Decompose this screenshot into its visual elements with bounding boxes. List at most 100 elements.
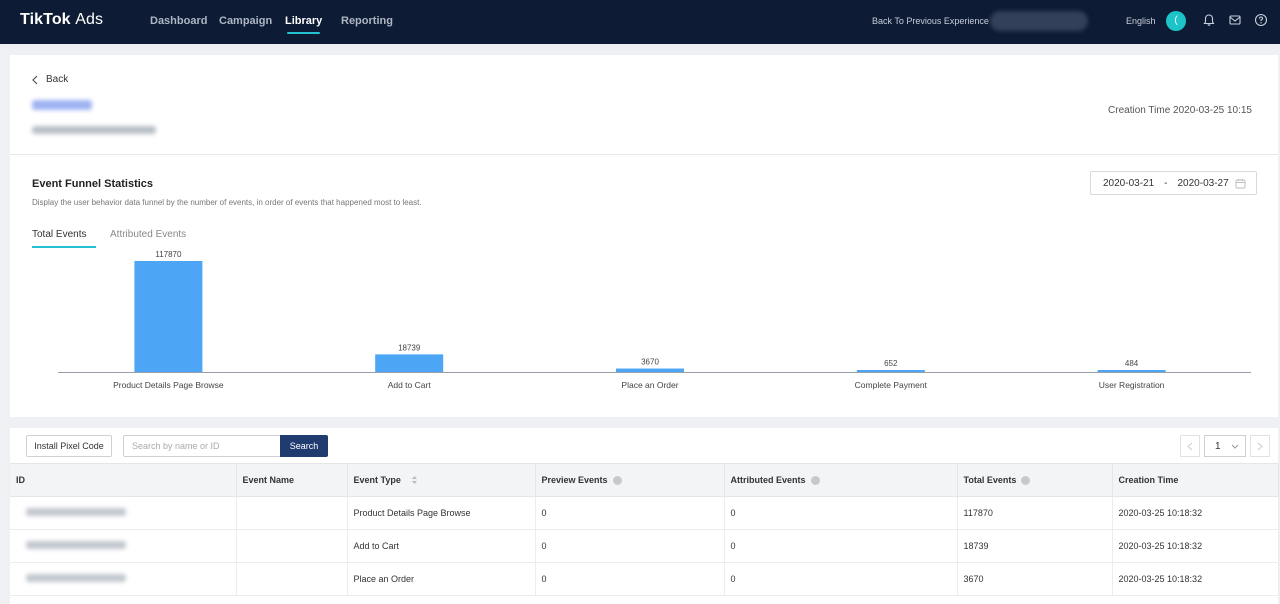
creation-time: Creation Time 2020-03-25 10:15 <box>1108 105 1252 116</box>
preview-events-cell: 0 <box>535 562 725 596</box>
chevron-down-icon <box>1231 444 1239 449</box>
nav-tab-reporting[interactable]: Reporting <box>341 15 393 27</box>
next-page-button[interactable] <box>1250 435 1270 457</box>
info-icon[interactable] <box>612 476 622 486</box>
chart-category-label: Complete Payment <box>855 380 928 390</box>
divider <box>10 154 1278 155</box>
event-name-cell <box>236 562 348 596</box>
id-redacted <box>26 574 126 582</box>
language-switcher[interactable]: English <box>1126 16 1156 26</box>
chart-value-label: 117870 <box>155 250 182 259</box>
calendar-icon <box>1235 179 1246 189</box>
logo-main: TikTok <box>20 11 71 28</box>
creation-time-cell: 2020-03-25 10:18:32 <box>1112 496 1279 530</box>
chevron-left-icon <box>1187 442 1193 450</box>
tiktok-ads-logo[interactable]: TikTok Ads <box>20 11 103 29</box>
funnel-chart-svg: 117870 Product Details Page Browse 18739 Ad… <box>58 250 1251 390</box>
event-type-cell: Place an Order <box>347 562 536 596</box>
top-nav: TikTok Ads Dashboard Campaign Library Re… <box>0 0 1280 44</box>
table-header-row: ID Event Name Event Type Preview Events … <box>10 463 1279 497</box>
date-start: 2020-03-21 <box>1103 177 1155 189</box>
message-icon[interactable] <box>1228 13 1242 27</box>
back-link[interactable]: Back <box>32 74 68 85</box>
date-end: 2020-03-27 <box>1177 177 1229 189</box>
column-label: Total Events <box>963 474 1017 485</box>
avatar[interactable]: ( <box>1166 11 1186 31</box>
chevron-left-icon <box>32 75 38 84</box>
chart-bar <box>616 368 684 372</box>
chart-category-label: Place an Order <box>621 380 678 390</box>
info-icon[interactable] <box>810 476 820 486</box>
date-range-picker[interactable]: 2020-03-21 - 2020-03-27 <box>1090 171 1257 195</box>
id-cell <box>10 562 237 596</box>
events-table: ID Event Name Event Type Preview Events … <box>10 463 1279 596</box>
install-pixel-code-button[interactable]: Install Pixel Code <box>26 435 112 457</box>
funnel-description: Display the user behavior data funnel by… <box>32 198 422 207</box>
creation-time-cell: 2020-03-25 10:18:32 <box>1112 562 1279 596</box>
column-label: Preview Events <box>541 474 608 485</box>
pixel-id-redacted <box>32 126 156 134</box>
account-selector[interactable] <box>990 11 1088 31</box>
creation-time-cell: 2020-03-25 10:18:32 <box>1112 529 1279 563</box>
bell-icon[interactable] <box>1202 13 1216 27</box>
tab-attributed-events[interactable]: Attributed Events <box>110 229 186 240</box>
attributed-events-cell: 0 <box>724 496 958 530</box>
chart-bar <box>1097 370 1166 372</box>
nav-tab-campaign[interactable]: Campaign <box>219 15 272 27</box>
column-label: Event Name <box>242 475 295 485</box>
id-redacted <box>26 508 126 516</box>
preview-events-cell: 0 <box>535 529 725 563</box>
back-to-previous-link[interactable]: Back To Previous Experience <box>872 16 989 26</box>
table-row[interactable]: Place an Order 0 0 3670 2020-03-25 10:18… <box>10 562 1279 596</box>
column-header-preview-events: Preview Events <box>535 463 725 497</box>
table-row[interactable]: Add to Cart 0 0 18739 2020-03-25 10:18:3… <box>10 529 1279 563</box>
funnel-chart: 117870 Product Details Page Browse 18739 Ad… <box>48 245 1252 405</box>
chart-bar <box>375 354 444 372</box>
chart-value-label: 3670 <box>641 358 659 367</box>
column-header-event-name: Event Name <box>236 463 348 497</box>
attributed-events-cell: 0 <box>724 529 958 563</box>
column-header-attributed-events: Attributed Events <box>724 463 958 497</box>
pagination: 1 <box>1180 435 1270 457</box>
prev-page-button[interactable] <box>1180 435 1200 457</box>
total-events-cell: 117870 <box>957 496 1113 530</box>
column-label: Creation Time <box>1118 475 1179 485</box>
total-events-cell: 3670 <box>957 562 1113 596</box>
events-table-card: Install Pixel Code Search 1 ID Event Nam… <box>10 428 1279 604</box>
column-label: ID <box>16 475 25 485</box>
column-header-creation-time: Creation Time <box>1112 463 1279 497</box>
chart-value-label: 18739 <box>398 343 421 352</box>
event-name-cell <box>236 496 348 530</box>
back-label: Back <box>46 74 69 85</box>
page-number: 1 <box>1215 440 1221 452</box>
logo-sub: Ads <box>75 11 104 28</box>
nav-tab-library[interactable]: Library <box>285 15 322 34</box>
help-icon[interactable] <box>1254 13 1268 27</box>
pixel-name-redacted <box>32 100 92 110</box>
column-header-id: ID <box>10 463 237 497</box>
table-row[interactable]: Product Details Page Browse 0 0 117870 2… <box>10 496 1279 530</box>
funnel-title: Event Funnel Statistics <box>32 178 154 190</box>
chart-bar <box>856 370 925 372</box>
event-type-cell: Add to Cart <box>347 529 536 563</box>
column-label: Attributed Events <box>730 474 806 485</box>
tab-total-events[interactable]: Total Events <box>32 229 97 248</box>
attributed-events-cell: 0 <box>724 562 958 596</box>
column-header-event-type[interactable]: Event Type <box>347 463 536 497</box>
page-select[interactable]: 1 <box>1204 435 1246 457</box>
column-label: Event Type <box>353 474 401 485</box>
id-cell <box>10 496 237 530</box>
id-cell <box>10 529 237 563</box>
nav-tab-dashboard[interactable]: Dashboard <box>150 15 207 27</box>
sort-icon[interactable] <box>411 475 418 485</box>
chart-value-label: 652 <box>884 359 898 368</box>
search-input[interactable] <box>123 435 281 457</box>
event-name-cell <box>236 529 348 563</box>
chart-category-label: User Registration <box>1099 380 1165 390</box>
info-icon[interactable] <box>1021 476 1031 486</box>
chart-category-label: Product Details Page Browse <box>113 380 224 390</box>
chart-bar <box>134 261 203 372</box>
preview-events-cell: 0 <box>535 496 725 530</box>
search-button[interactable]: Search <box>280 435 328 457</box>
total-events-cell: 18739 <box>957 529 1113 563</box>
